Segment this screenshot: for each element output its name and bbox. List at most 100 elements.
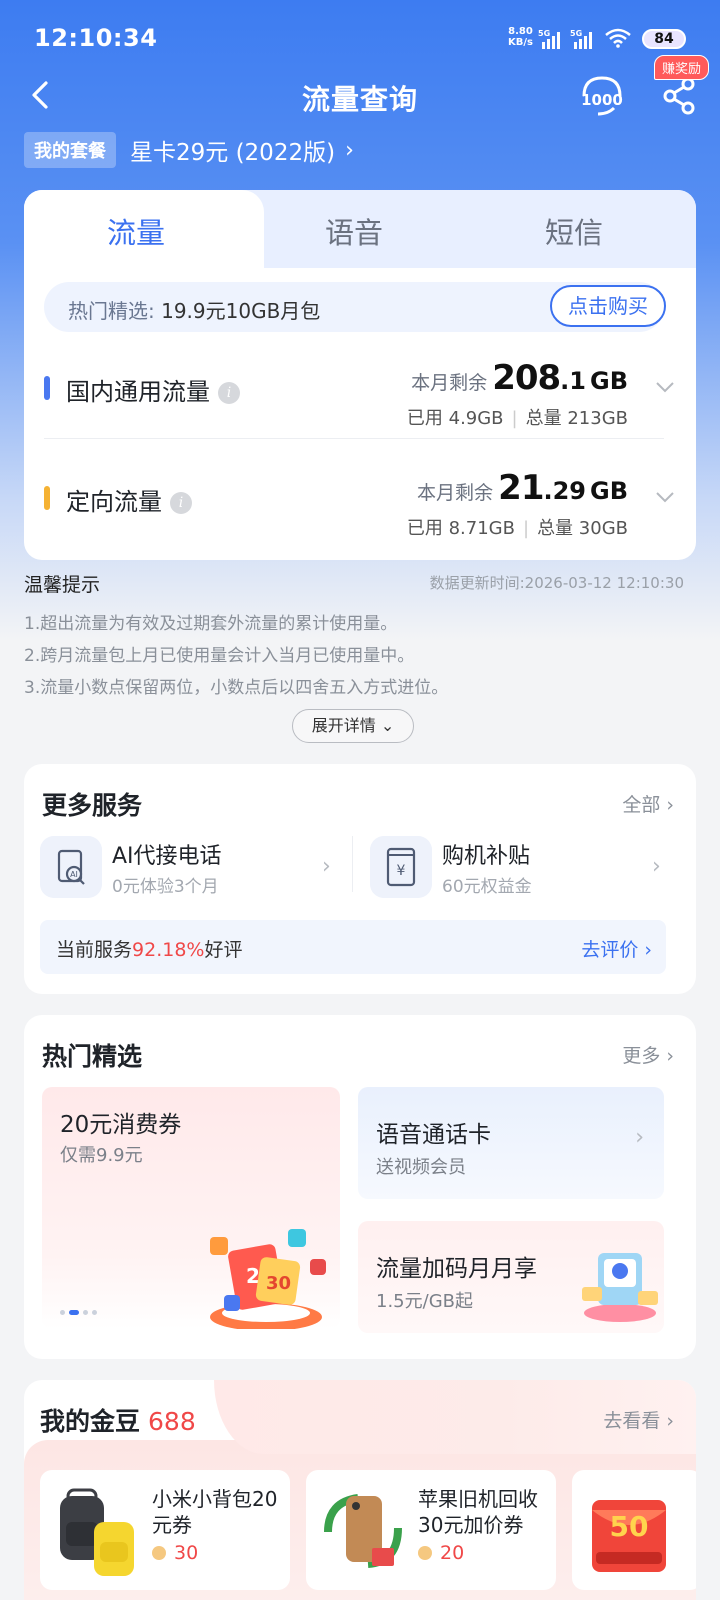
more-services-card: 更多服务 全部 › AI AI代接电话 0元体验3个月 › ¥ 购机补贴 60元… — [24, 764, 696, 994]
phone-yuan-icon: ¥ — [370, 836, 432, 898]
more-label: 更多 — [622, 1045, 661, 1067]
usage-detail: 已用 4.9GB | 总量 213GB — [407, 404, 628, 430]
usage-row-general[interactable]: 国内通用流量 i 本月剩余 208.1 GB 已用 4.9GB | 总量 213GB — [24, 340, 696, 448]
svg-text:¥: ¥ — [397, 863, 406, 879]
rate-button[interactable]: 去评价 › — [581, 935, 652, 962]
hot-item-sub: 送视频会员 — [376, 1157, 466, 1178]
rating-percent: 92.18% — [132, 939, 205, 961]
share-icon[interactable] — [662, 76, 698, 116]
dot — [83, 1310, 88, 1315]
update-time: 数据更新时间:2026-03-12 12:10:30 — [429, 574, 684, 592]
plan-name: 星卡29元 (2022版) — [130, 140, 336, 166]
speed-unit: KB/s — [508, 37, 533, 48]
tab-voice[interactable]: 语音 — [242, 210, 466, 252]
service-purchase-subsidy[interactable]: ¥ 购机补贴 60元权益金 › — [370, 834, 670, 904]
plan-row[interactable]: 我的套餐 星卡29元 (2022版) › — [24, 132, 354, 168]
gold-beans-card: 我的金豆 688 去看看 › 小米小背包20元券 30 苹果旧机回收30元加价券 … — [24, 1380, 696, 1600]
hot-item-data-boost[interactable]: 流量加码月月享 1.5元/GB起 — [358, 1221, 664, 1333]
promo-offer: 19.9元10GB月包 — [161, 299, 321, 323]
usage-name-text: 国内通用流量 — [66, 378, 210, 406]
section-title: 热门精选 — [42, 1042, 143, 1071]
see-more-link[interactable]: 去看看 › — [603, 1406, 674, 1433]
chevron-down-icon[interactable] — [654, 376, 676, 398]
hot-item-sub: 1.5元/GB起 — [376, 1291, 473, 1312]
remain-label: 本月剩余 — [417, 482, 494, 504]
service-1000-icon[interactable]: 1000 — [578, 74, 626, 118]
section-title: 更多服务 — [42, 791, 143, 820]
hot-item-name: 语音通话卡 — [376, 1122, 491, 1148]
gold-bean-icon — [152, 1546, 166, 1560]
remain-label: 本月剩余 — [411, 372, 488, 394]
coupon-illustration-icon: 20 30 — [210, 1229, 326, 1329]
info-icon[interactable]: i — [218, 382, 240, 404]
red-envelope-image: 50 — [592, 1500, 666, 1572]
gold-bean-icon — [418, 1546, 432, 1560]
total-amount: 总量 213GB — [525, 408, 628, 429]
promo-text: 热门精选: 19.9元10GB月包 — [68, 295, 320, 324]
separator: | — [522, 518, 530, 539]
gold-count: 688 — [148, 1407, 196, 1436]
remain-dec: .1 — [560, 367, 586, 395]
hot-picks-card: 热门精选 更多 › 20元消费券 仅需9.9元 20 30 语音通话卡 送视频会… — [24, 1015, 696, 1359]
hot-item-name: 20元消费券 — [60, 1112, 182, 1138]
tip-item: 3.流量小数点保留两位，小数点后以四舍五入方式进位。 — [24, 678, 449, 698]
used-amount: 已用 8.71GB — [406, 518, 515, 539]
carousel-dots — [60, 1310, 97, 1315]
signal-5g-icon: 5G — [538, 29, 560, 49]
hot-item-voice-card[interactable]: 语音通话卡 送视频会员 › — [358, 1087, 664, 1199]
svg-text:1000: 1000 — [581, 91, 623, 109]
usage-name: 国内通用流量 i — [66, 372, 240, 407]
status-bar: 12:10:34 8.80 KB/s 5G 5G 84 — [0, 0, 720, 76]
buy-button[interactable]: 点击购买 — [550, 285, 666, 327]
chevron-down-icon: ⌄ — [380, 716, 395, 735]
remain-dec: .29 — [543, 477, 586, 505]
rating-prefix: 当前服务 — [56, 939, 133, 961]
tab-sms[interactable]: 短信 — [462, 210, 686, 252]
promo-banner[interactable]: 热门精选: 19.9元10GB月包 点击购买 — [44, 282, 666, 332]
service-sub: 60元权益金 — [442, 877, 532, 897]
remain-unit: GB — [590, 477, 628, 505]
usage-color-bar — [44, 376, 50, 400]
chevron-right-icon: › — [345, 137, 354, 163]
see-more-label: 去看看 — [603, 1410, 661, 1432]
dot-active — [69, 1310, 79, 1315]
remain-unit: GB — [590, 367, 628, 395]
service-ai-phone[interactable]: AI AI代接电话 0元体验3个月 › — [40, 834, 350, 904]
total-amount: 总量 30GB — [537, 518, 628, 539]
my-plan-tag: 我的套餐 — [24, 132, 116, 168]
used-amount: 已用 4.9GB — [406, 408, 504, 429]
tip-item: 2.跨月流量包上月已使用量会计入当月已使用量中。 — [24, 646, 415, 666]
service-rating-bar[interactable]: 当前服务92.18%好评 去评价 › — [40, 920, 666, 974]
view-all-label: 全部 — [622, 794, 661, 816]
svg-text:30: 30 — [266, 1273, 291, 1294]
divider — [352, 836, 353, 892]
chevron-down-icon[interactable] — [654, 486, 676, 508]
reward-badge[interactable]: 赚奖励 — [654, 55, 710, 80]
app-header: 流量查询 1000 — [0, 66, 720, 126]
usage-tabs: 流量 语音 短信 — [24, 190, 696, 268]
network-speed: 8.80 KB/s — [508, 26, 533, 48]
wifi-icon — [605, 28, 631, 48]
tip-item: 1.超出流量为有效及过期套外流量的累计使用量。 — [24, 614, 398, 634]
product-card-backpack[interactable]: 小米小背包20元券 30 — [40, 1470, 290, 1590]
product-card-apple-recycle[interactable]: 苹果旧机回收30元加价券 20 — [306, 1470, 556, 1590]
rate-label: 去评价 — [581, 939, 639, 961]
section-title: 我的金豆 688 — [40, 1402, 196, 1438]
info-icon[interactable]: i — [170, 492, 192, 514]
more-link[interactable]: 更多 › — [622, 1041, 674, 1068]
view-all-link[interactable]: 全部 › — [622, 790, 674, 817]
price-value: 20 — [440, 1542, 465, 1564]
backpack-image — [60, 1488, 134, 1576]
tab-data[interactable]: 流量 — [24, 210, 248, 252]
remain-int: 208 — [492, 358, 561, 398]
hot-item-coupon[interactable]: 20元消费券 仅需9.9元 20 30 — [42, 1087, 340, 1329]
expand-details-button[interactable]: 展开详情 ⌄ — [292, 709, 414, 743]
product-name: 小米小背包20元券 — [152, 1487, 278, 1537]
product-name: 苹果旧机回收30元加价券 — [418, 1487, 538, 1537]
service-name: AI代接电话 — [112, 844, 222, 869]
product-card-partial[interactable]: 50 — [572, 1470, 696, 1590]
expand-label: 展开详情 — [311, 716, 376, 735]
usage-row-directed[interactable]: 定向流量 i 本月剩余 21.29 GB 已用 8.71GB | 总量 30GB — [24, 450, 696, 558]
speed-value: 8.80 — [508, 26, 533, 37]
hot-item-sub: 仅需9.9元 — [60, 1145, 143, 1166]
